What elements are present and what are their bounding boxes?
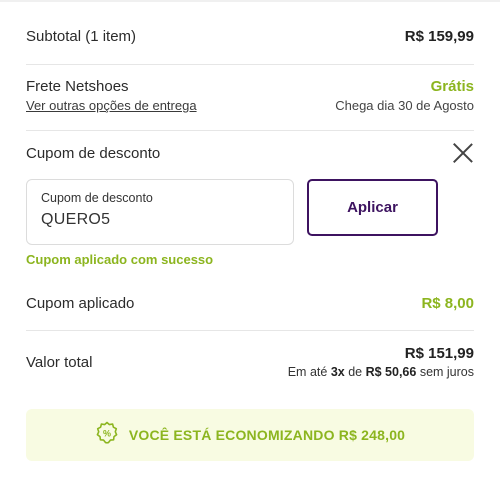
coupon-field-label: Cupom de desconto: [41, 191, 153, 205]
svg-text:%: %: [103, 428, 111, 438]
percent-badge-icon: %: [95, 421, 119, 450]
subtotal-value: R$ 159,99: [404, 28, 474, 45]
subtotal-row: Subtotal (1 item) R$ 159,99: [26, 28, 474, 45]
top-divider: [0, 0, 500, 2]
installments-mid: de: [348, 365, 363, 379]
coupon-field[interactable]: Cupom de desconto: [26, 179, 294, 245]
installments-count: 3x: [330, 365, 345, 379]
divider: [26, 130, 474, 131]
apply-coupon-button[interactable]: Aplicar: [307, 179, 438, 236]
applied-coupon-row: Cupom aplicado R$ 8,00: [26, 295, 474, 312]
delivery-eta: Chega dia 30 de Agosto: [335, 98, 474, 113]
divider: [26, 64, 474, 65]
coupon-success-message: Cupom aplicado com sucesso: [26, 252, 214, 267]
applied-coupon-label: Cupom aplicado: [26, 295, 135, 312]
divider: [26, 330, 474, 331]
installments-suffix: sem juros: [419, 365, 474, 379]
installments-value: R$ 50,66: [365, 365, 417, 379]
shipping-row: Frete Netshoes Ver outras opções de entr…: [26, 78, 474, 113]
shipping-label: Frete Netshoes: [26, 78, 129, 95]
coupon-input[interactable]: [41, 211, 279, 229]
subtotal-label: Subtotal (1 item): [26, 28, 137, 45]
shipping-price: Grátis: [430, 78, 474, 95]
other-delivery-options-link[interactable]: Ver outras opções de entrega: [26, 98, 197, 113]
shipping-right: Grátis Chega dia 30 de Agosto: [335, 78, 474, 113]
close-icon[interactable]: [452, 142, 474, 164]
applied-coupon-value: R$ 8,00: [421, 295, 474, 312]
total-value: R$ 151,99: [404, 345, 474, 362]
installments-prefix: Em até: [287, 365, 328, 379]
savings-text: VOCÊ ESTÁ ECONOMIZANDO R$ 248,00: [128, 427, 406, 443]
total-label: Valor total: [26, 353, 93, 371]
savings-banner: % VOCÊ ESTÁ ECONOMIZANDO R$ 248,00: [26, 409, 474, 461]
total-row: Valor total R$ 151,99 Em até 3x de R$ 50…: [26, 345, 474, 379]
installments-info: Em até 3x de R$ 50,66 sem juros: [288, 365, 474, 379]
shipping-left: Frete Netshoes Ver outras opções de entr…: [26, 78, 197, 113]
coupon-section-title: Cupom de desconto: [26, 144, 161, 162]
total-right: R$ 151,99 Em até 3x de R$ 50,66 sem juro…: [288, 345, 474, 379]
coupon-header: Cupom de desconto: [26, 142, 474, 164]
